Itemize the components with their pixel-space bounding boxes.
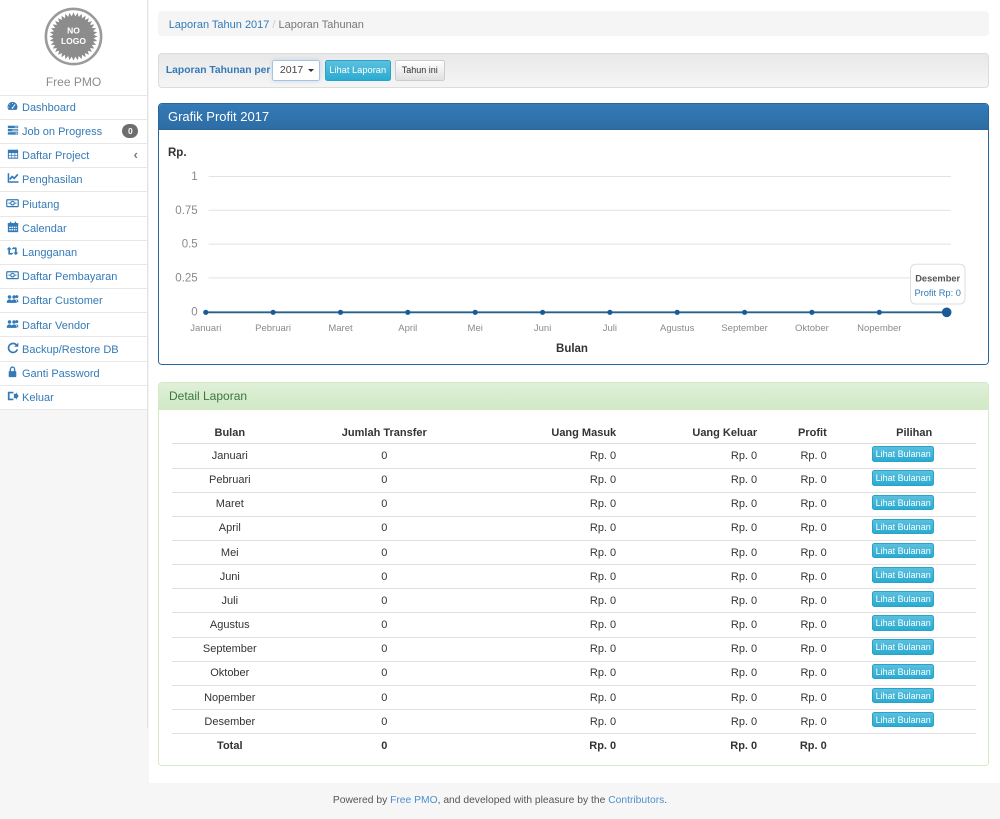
svg-text:Januari: Januari bbox=[191, 323, 222, 334]
svg-text:April: April bbox=[399, 323, 418, 334]
svg-text:0: 0 bbox=[192, 306, 198, 318]
svg-text:Profit Rp: 0: Profit Rp: 0 bbox=[915, 288, 962, 298]
svg-text:Juli: Juli bbox=[603, 323, 617, 334]
svg-text:0.5: 0.5 bbox=[182, 239, 198, 251]
svg-text:Desember: Desember bbox=[916, 274, 961, 284]
svg-text:Oktober: Oktober bbox=[795, 323, 829, 334]
svg-text:0.25: 0.25 bbox=[176, 273, 198, 285]
svg-text:Bulan: Bulan bbox=[556, 343, 588, 355]
svg-text:Rp.: Rp. bbox=[168, 147, 187, 159]
svg-text:Juni: Juni bbox=[534, 323, 551, 334]
svg-text:LOGO: LOGO bbox=[61, 36, 86, 46]
svg-text:September: September bbox=[722, 323, 768, 334]
svg-text:Agustus: Agustus bbox=[660, 323, 695, 334]
svg-text:0.75: 0.75 bbox=[176, 205, 198, 217]
svg-text:Maret: Maret bbox=[329, 323, 354, 334]
svg-text:1: 1 bbox=[192, 171, 198, 183]
svg-text:Pebruari: Pebruari bbox=[256, 323, 292, 334]
svg-text:NO: NO bbox=[67, 26, 80, 36]
svg-text:Mei: Mei bbox=[468, 323, 483, 334]
svg-text:Nopember: Nopember bbox=[858, 323, 902, 334]
